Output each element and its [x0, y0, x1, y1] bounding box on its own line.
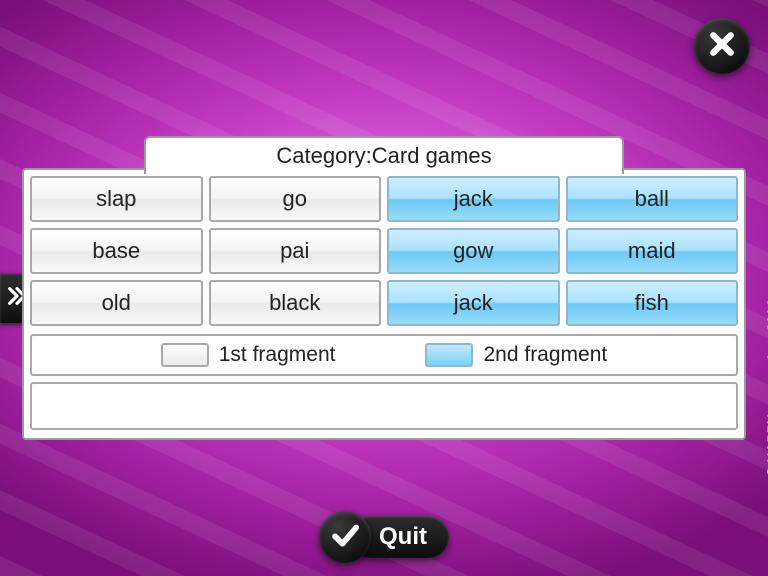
fragment-tile[interactable]: slap — [30, 176, 203, 222]
fragment-tile[interactable]: ball — [566, 176, 739, 222]
close-icon — [707, 29, 737, 64]
check-icon — [330, 520, 360, 555]
fragment-tile-label: jack — [454, 186, 493, 212]
fragment-tile-label: gow — [453, 238, 493, 264]
fragment-tile-label: fish — [635, 290, 669, 316]
fragment-tile-label: base — [92, 238, 140, 264]
category-name: Card games — [372, 143, 492, 169]
answer-area — [30, 382, 738, 430]
close-button[interactable] — [694, 18, 750, 74]
legend-first: 1st fragment — [161, 343, 336, 367]
fragment-tile-label: black — [269, 290, 320, 316]
fragment-tile-label: go — [283, 186, 307, 212]
fragment-tile-label: pai — [280, 238, 309, 264]
quit-button[interactable]: Quit — [319, 512, 449, 562]
fragment-tile[interactable]: maid — [566, 228, 739, 274]
category-header: Category: Card games — [144, 136, 624, 174]
legend-first-label: 1st fragment — [219, 343, 336, 367]
fragment-tile-label: jack — [454, 290, 493, 316]
fragment-tile[interactable]: jack — [387, 176, 560, 222]
legend-swatch-blue — [425, 343, 473, 367]
tile-grid: slap go jack ball base pai gow maid old black jack… — [24, 170, 744, 332]
quit-check-circle — [319, 511, 371, 563]
legend-swatch-white — [161, 343, 209, 367]
fragment-tile-label: slap — [96, 186, 136, 212]
fragment-tile[interactable]: fish — [566, 280, 739, 326]
fragment-tile[interactable]: go — [209, 176, 382, 222]
category-prefix: Category: — [276, 143, 371, 169]
fragment-tile-label: old — [102, 290, 131, 316]
fragment-tile[interactable]: black — [209, 280, 382, 326]
legend-second-label: 2nd fragment — [483, 343, 607, 367]
legend-second: 2nd fragment — [425, 343, 607, 367]
legend: 1st fragment 2nd fragment — [30, 334, 738, 376]
fragment-tile[interactable]: base — [30, 228, 203, 274]
copyright-text: © HAPPYneuron, Inc. 2014 — [764, 300, 768, 477]
fragment-tile[interactable]: gow — [387, 228, 560, 274]
fragment-tile[interactable]: old — [30, 280, 203, 326]
fragment-tile[interactable]: jack — [387, 280, 560, 326]
fragment-tile-label: maid — [628, 238, 676, 264]
game-panel: Category: Card games slapgojackballbasep… — [22, 168, 746, 440]
fragment-tile-label: ball — [635, 186, 669, 212]
fragment-tile[interactable]: pai — [209, 228, 382, 274]
